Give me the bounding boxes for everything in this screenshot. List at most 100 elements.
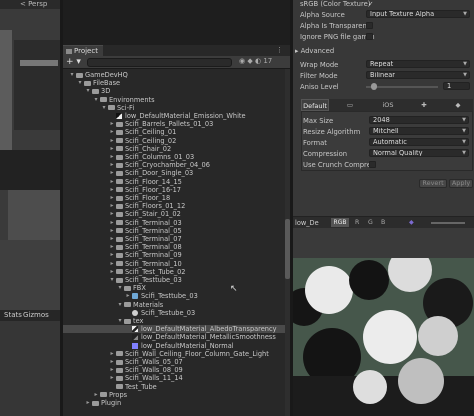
tree-folder-row[interactable]: ▸ Scifi_Chair_02 — [63, 145, 290, 153]
chevron-right-icon[interactable]: ▸ — [109, 374, 115, 382]
chevron-right-icon[interactable]: ▸ — [109, 268, 115, 276]
chevron-right-icon[interactable]: ▸ — [109, 194, 115, 202]
texture-preview[interactable] — [293, 258, 474, 416]
tree-folder-row[interactable]: ▸ Scifi_Floor_16-17 — [63, 186, 290, 194]
advanced-foldout[interactable]: ▸ Advanced — [295, 47, 334, 55]
tree-folder-row[interactable]: ▸ Scifi_Terminal_05 — [63, 227, 290, 235]
tree-folder-row[interactable]: ▾ Environments — [63, 96, 290, 104]
chevron-right-icon[interactable]: ▸ — [109, 350, 115, 358]
gizmos-button[interactable]: Gizmos — [23, 311, 49, 319]
srgb-checkbox[interactable]: ✓ — [368, 0, 373, 8]
tree-folder-row[interactable]: ▾ FileBase — [63, 79, 290, 87]
tree-folder-row[interactable]: ▾ 3D — [63, 87, 290, 95]
chevron-right-icon[interactable]: ▸ — [109, 366, 115, 374]
apply-button[interactable]: Apply — [449, 179, 473, 188]
chevron-right-icon[interactable]: ▸ — [109, 219, 115, 227]
chevron-right-icon[interactable]: ▸ — [109, 260, 115, 268]
tab-menu-icon[interactable]: ⋮ — [276, 46, 283, 54]
tab-ios[interactable]: iOS — [371, 99, 405, 111]
tree-folder-row[interactable]: ▸ Plugin — [63, 399, 290, 407]
chevron-right-icon[interactable]: ▸ — [109, 169, 115, 177]
tree-asset-row[interactable]: Scifi_Testube_03 — [63, 309, 290, 317]
tree-asset-row[interactable]: low_DefaultMaterial_MetallicSmoothness — [63, 333, 290, 341]
alpha-channel-icon[interactable]: ◆ — [409, 219, 414, 226]
tree-folder-row[interactable]: ▸ Scifi_Terminal_09 — [63, 251, 290, 259]
aniso-slider-thumb[interactable] — [371, 83, 377, 90]
filter-type-icon[interactable]: ◉ — [239, 57, 245, 65]
scene-view[interactable]: < Persp Stats Gizmos — [0, 0, 60, 416]
stats-button[interactable]: Stats — [4, 311, 22, 319]
tree-folder-row[interactable]: ▾ Sci-Fi — [63, 104, 290, 112]
tree-folder-row[interactable]: ▸ Scifi_Cryochamber_04_06 — [63, 161, 290, 169]
format-dropdown[interactable]: Automatic ▼ — [369, 138, 469, 146]
channel-g-toggle[interactable]: G — [368, 219, 373, 226]
search-input[interactable] — [87, 58, 232, 67]
tree-folder-row[interactable]: ▸ Scifi_Terminal_08 — [63, 243, 290, 251]
tree-folder-row[interactable]: ▸ Scifi_Floor_18 — [63, 194, 290, 202]
filter-label-icon[interactable]: ◆ — [247, 57, 252, 65]
tree-folder-row[interactable]: ▸ Scifi_Walls_05_07 — [63, 358, 290, 366]
tree-asset-row[interactable]: ▸ Scifi_Testtube_03 — [63, 292, 290, 300]
chevron-right-icon[interactable]: ▸ — [109, 210, 115, 218]
tree-asset-row[interactable]: low_DefaultMaterial_Normal — [63, 342, 290, 350]
tree-asset-row[interactable]: low_DefaultMaterial_Emission_White — [63, 112, 290, 120]
chevron-right-icon[interactable]: ▸ — [109, 145, 115, 153]
tree-folder-row[interactable]: ▸ Scifi_Test_Tube_02 — [63, 268, 290, 276]
chevron-right-icon[interactable]: ▸ — [109, 161, 115, 169]
tree-folder-row[interactable]: ▸ Scifi_Stair_01_02 — [63, 210, 290, 218]
tree-folder-row[interactable]: ▸ Scifi_Walls_11_14 — [63, 374, 290, 382]
chevron-right-icon[interactable]: ▸ — [93, 391, 99, 399]
tree-folder-row[interactable]: ▸ Scifi_Columns_01_03 — [63, 153, 290, 161]
tab-standalone[interactable]: ▭ — [331, 99, 369, 111]
chevron-right-icon[interactable]: ▸ — [109, 186, 115, 194]
filter-mode-dropdown[interactable]: Bilinear ▼ — [366, 71, 470, 79]
tree-folder-row[interactable]: ▸ Scifi_Door_Single_03 — [63, 169, 290, 177]
chevron-right-icon[interactable]: ▸ — [109, 227, 115, 235]
tab-webgl[interactable]: ◆ — [443, 99, 473, 111]
tree-folder-row[interactable]: Test_Tube — [63, 383, 290, 391]
tree-folder-row[interactable]: ▾ tex — [63, 317, 290, 325]
tab-default[interactable]: Default — [301, 99, 329, 111]
chevron-down-icon[interactable]: ▾ — [117, 317, 123, 325]
max-size-dropdown[interactable]: 2048 ▼ — [369, 116, 469, 124]
tree-folder-row[interactable]: ▾ Materials — [63, 301, 290, 309]
channel-b-toggle[interactable]: B — [381, 219, 385, 226]
compression-dropdown[interactable]: Normal Quality ▼ — [369, 149, 469, 157]
tree-folder-row[interactable]: ▾ Scifi_Testtube_03 — [63, 276, 290, 284]
tree-asset-row[interactable]: low_DefaultMaterial_AlbedoTransparency — [63, 325, 290, 334]
tree-folder-row[interactable]: ▸ Scifi_Terminal_10 — [63, 260, 290, 268]
ignore-png-checkbox[interactable] — [366, 33, 373, 40]
alpha-transparency-checkbox[interactable] — [366, 22, 373, 29]
aniso-value-field[interactable]: 1 — [443, 82, 470, 90]
tree-folder-row[interactable]: ▸ Scifi_Ceiling_01 — [63, 128, 290, 136]
revert-button[interactable]: Revert — [419, 179, 447, 188]
chevron-right-icon[interactable]: ▸ — [109, 235, 115, 243]
persp-label[interactable]: < Persp — [20, 0, 47, 8]
chevron-right-icon[interactable]: ▸ — [109, 153, 115, 161]
chevron-right-icon[interactable]: ▸ — [109, 251, 115, 259]
chevron-right-icon[interactable]: ▸ — [109, 202, 115, 210]
tree-folder-row[interactable]: ▸ Scifi_Terminal_03 — [63, 219, 290, 227]
tree-folder-row[interactable]: ▸ Props — [63, 391, 290, 399]
chevron-right-icon[interactable]: ▸ — [109, 137, 115, 145]
tree-folder-row[interactable]: ▾ FBX — [63, 284, 290, 292]
chevron-right-icon[interactable]: ▸ — [109, 120, 115, 128]
mip-slider[interactable] — [431, 222, 465, 224]
visibility-icon[interactable]: ◐ — [255, 57, 261, 65]
chevron-right-icon[interactable]: ▸ — [125, 292, 131, 300]
wrap-mode-dropdown[interactable]: Repeat ▼ — [366, 60, 470, 68]
chevron-down-icon[interactable]: ▾ — [101, 104, 107, 112]
add-asset-button[interactable]: + ▾ — [66, 57, 81, 67]
rgb-toggle[interactable]: RGB — [331, 218, 349, 227]
tree-folder-row[interactable]: ▸ Scifi_Floor_14_15 — [63, 178, 290, 186]
tree-folder-row[interactable]: ▸ Scifi_Walls_08_09 — [63, 366, 290, 374]
chevron-down-icon[interactable]: ▾ — [109, 276, 115, 284]
crunch-checkbox[interactable] — [369, 161, 376, 168]
tree-folder-row[interactable]: ▸ Scifi_Ceiling_02 — [63, 137, 290, 145]
chevron-right-icon[interactable]: ▸ — [109, 128, 115, 136]
project-tab[interactable]: Project — [63, 45, 103, 56]
tree-folder-row[interactable]: ▾ GameDevHQ — [63, 71, 290, 79]
tree-folder-row[interactable]: ▸ Scifi_Terminal_07 — [63, 235, 290, 243]
chevron-down-icon[interactable]: ▾ — [77, 79, 83, 87]
tree-folder-row[interactable]: ▸ Scifi_Barrels_Pallets_01_03 — [63, 120, 290, 128]
